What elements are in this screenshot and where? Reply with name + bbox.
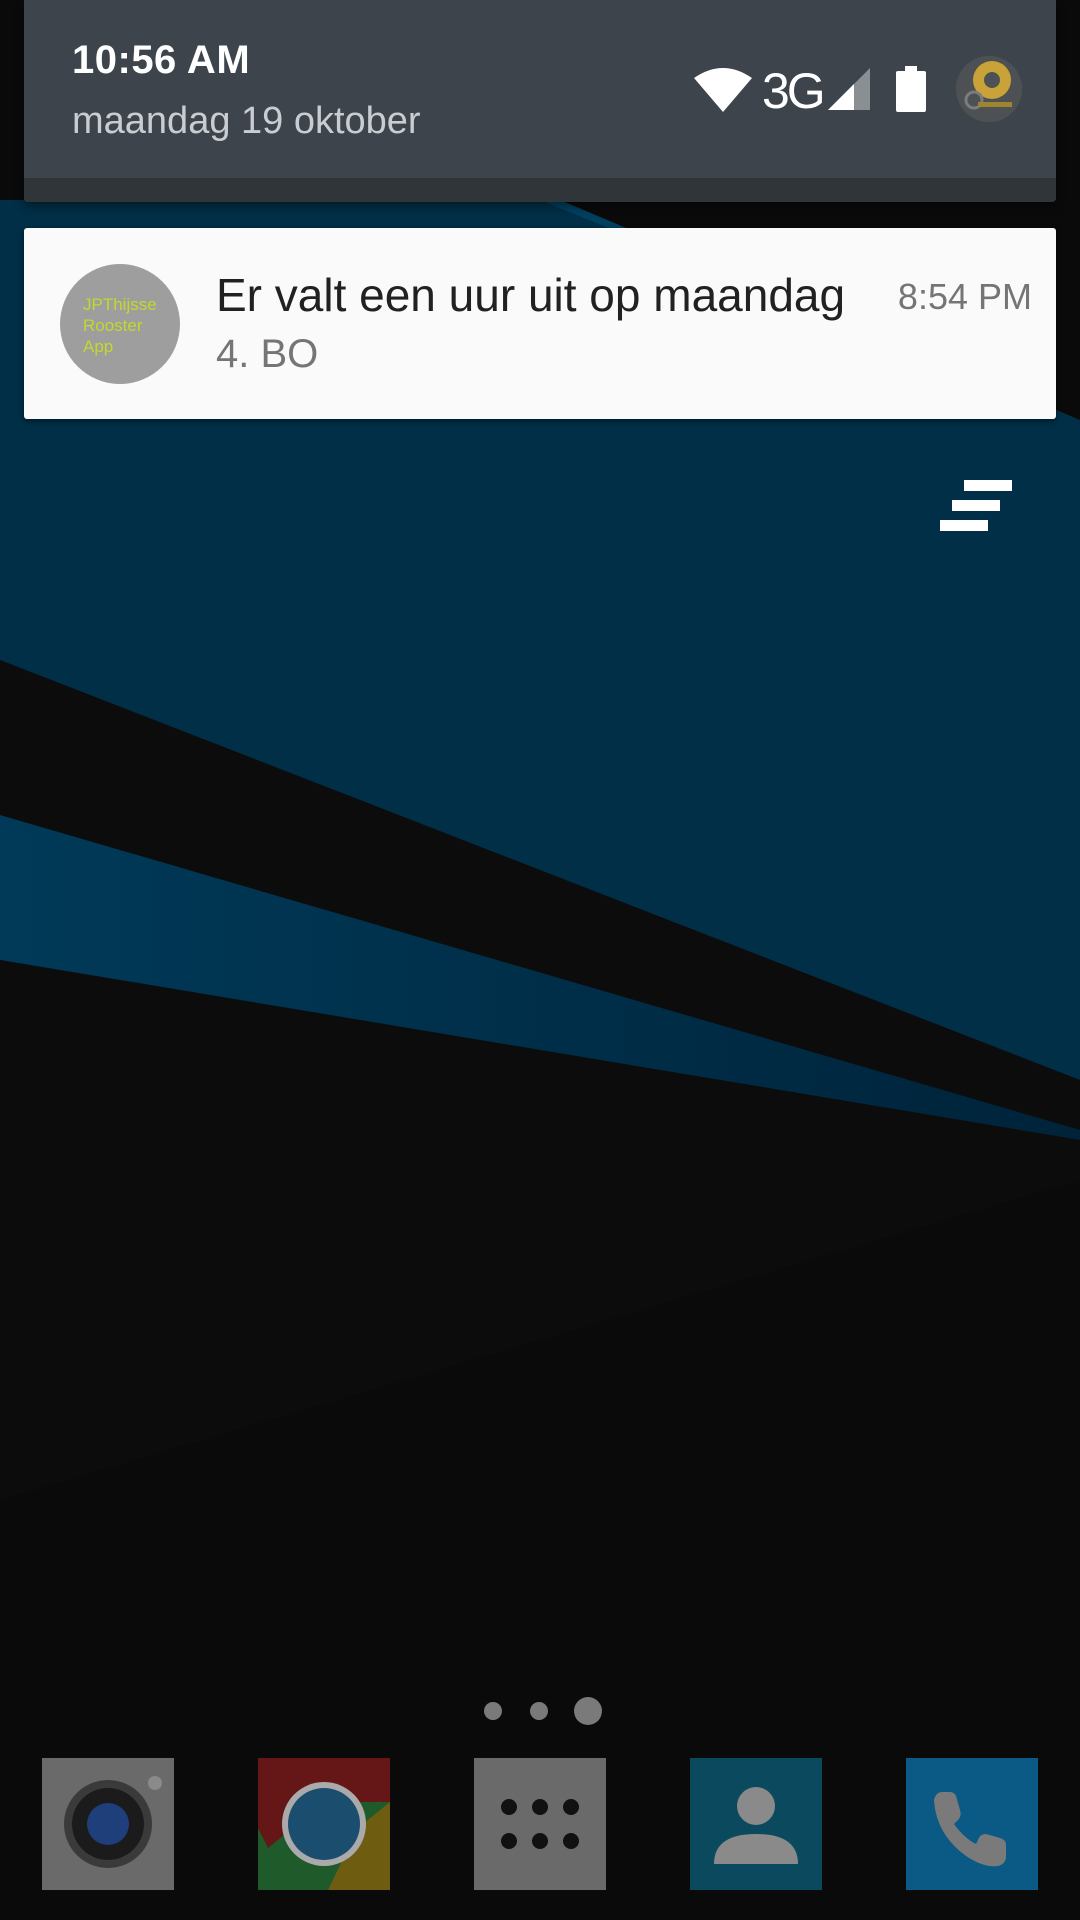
page-dot [484,1702,502,1720]
gear-icon [956,56,1022,122]
date-label: maandag 19 oktober [72,100,421,142]
network-type-label: 3G [762,63,826,119]
notification-text: 4. BO [216,332,319,376]
page-dot-active [574,1697,602,1725]
contacts-icon [690,1758,822,1890]
wifi-icon [694,68,752,112]
dock-phone[interactable] [906,1758,1038,1890]
page-indicator [480,1696,606,1726]
notification-card[interactable]: JPThijsse Rooster App Er valt een uur ui… [24,228,1056,419]
signal-icon [828,68,870,110]
camera-icon [42,1758,174,1890]
app-drawer-icon [474,1758,606,1890]
dock-contacts[interactable] [690,1758,822,1890]
status-icons: 3G [674,56,1034,122]
app-icon: JPThijsse Rooster App [60,264,180,384]
app-icon-line: Rooster [83,316,143,335]
app-icon-line: JPThijsse [83,295,157,314]
dock-camera[interactable] [42,1758,174,1890]
app-icon-line: App [83,337,114,356]
dock-chrome[interactable] [258,1758,390,1890]
dock-app-drawer[interactable] [474,1758,606,1890]
phone-icon [906,1758,1038,1890]
profile-avatar[interactable] [956,56,1022,122]
notification-time: 8:54 PM [897,276,1032,317]
chrome-icon [258,1758,390,1890]
battery-icon [896,66,926,112]
page-dot [530,1702,548,1720]
header-handle[interactable] [24,178,1056,202]
clear-all-icon[interactable] [940,476,1022,540]
quick-status-header[interactable]: 10:56 AM maandag 19 oktober 3G [24,0,1056,202]
notification-title: Er valt een uur uit op maandag [216,269,846,321]
clock: 10:56 AM [72,38,251,82]
